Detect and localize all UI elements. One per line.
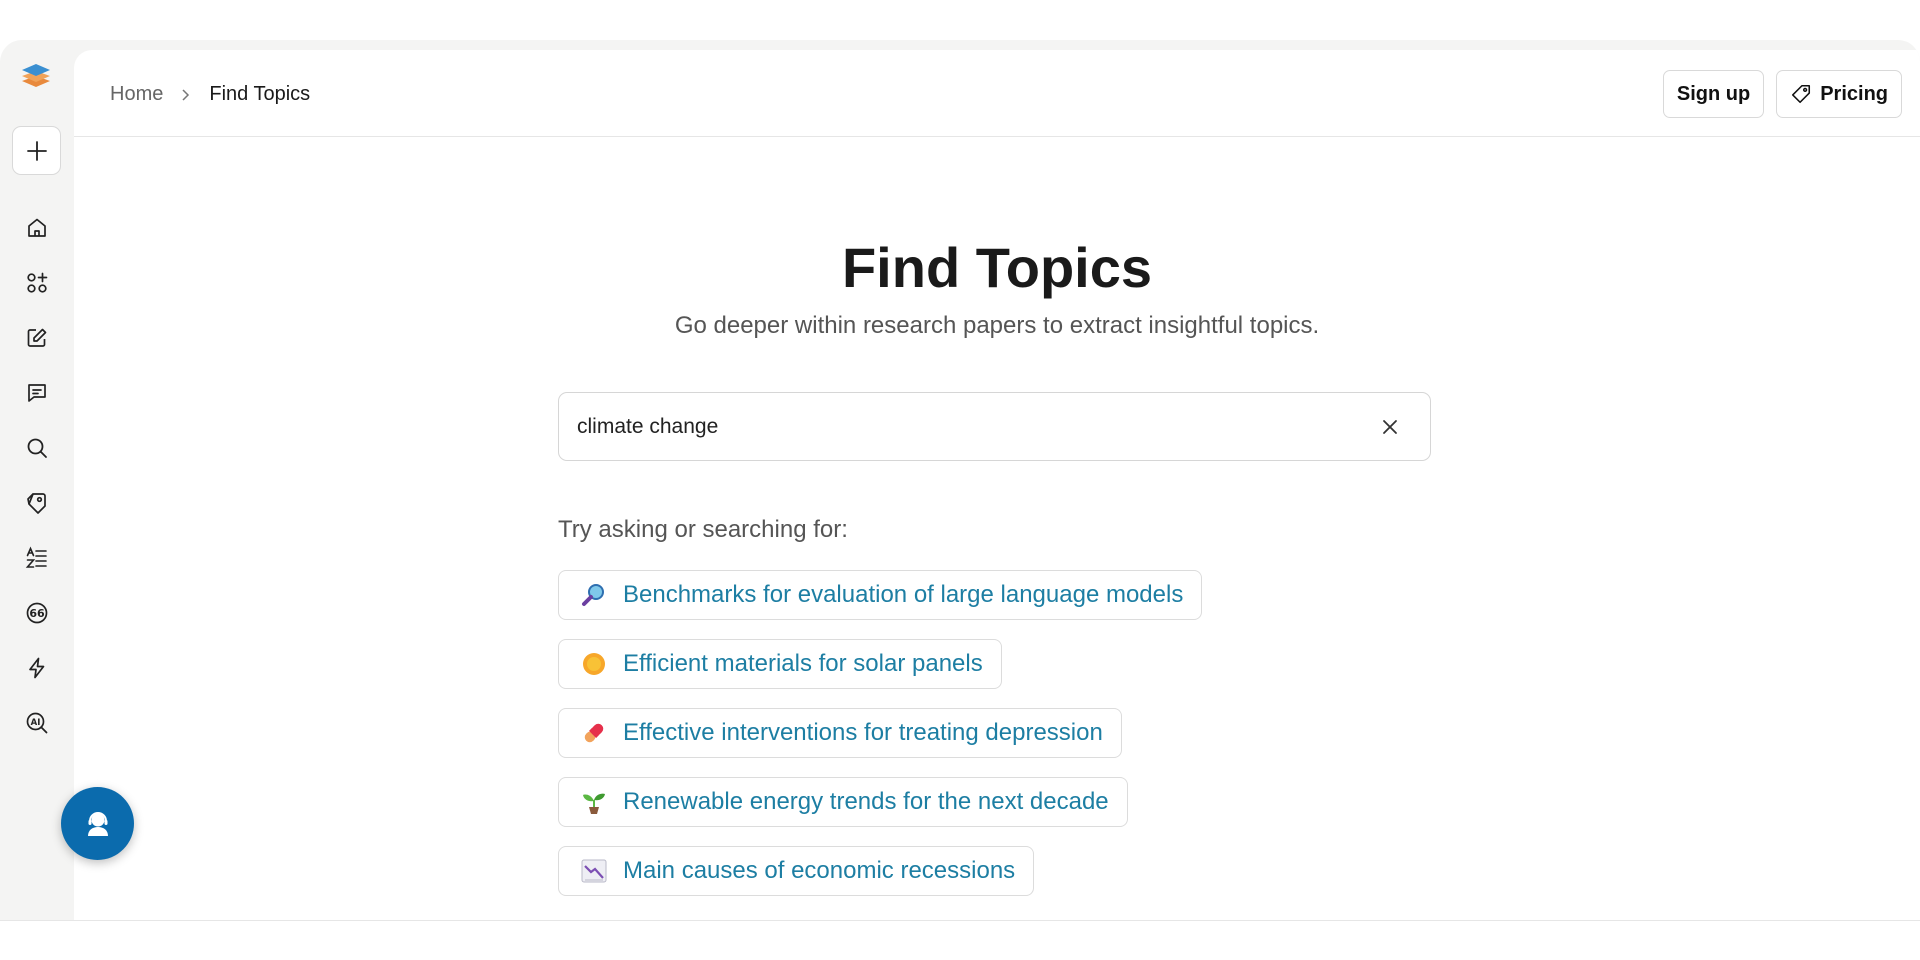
app-frame: 66 AI Home Find Topics Sign up Pricing F… [0, 40, 1920, 920]
suggestion-text: Effective interventions for treating dep… [623, 719, 1103, 746]
suggestions-label: Try asking or searching for: [558, 516, 848, 543]
breadcrumb-home-link[interactable]: Home [110, 83, 163, 106]
suggestion-text: Main causes of economic recessions [623, 857, 1016, 884]
ai-search-icon: AI [26, 712, 48, 733]
suggestion-text: Renewable energy trends for the next dec… [623, 788, 1109, 815]
chat-icon [28, 383, 46, 402]
sidebar-item-chat[interactable] [0, 365, 74, 420]
top-bar: Home Find Topics Sign up Pricing [74, 50, 1920, 137]
pill-emoji-icon [581, 720, 607, 746]
svg-text:66: 66 [29, 607, 45, 620]
sidebar-nav: 66 AI [0, 200, 74, 750]
signup-button[interactable]: Sign up [1662, 70, 1765, 118]
header-actions: Sign up Pricing [1662, 70, 1902, 118]
sidebar-item-write[interactable] [0, 310, 74, 365]
breadcrumb-current: Find Topics [209, 83, 311, 105]
suggestion-chip[interactable]: Effective interventions for treating dep… [558, 708, 1122, 758]
tag-icon [27, 492, 46, 514]
sidebar: 66 AI [0, 40, 74, 920]
plus-icon [26, 140, 47, 161]
close-icon [1383, 420, 1397, 434]
clear-search-button[interactable] [1378, 415, 1402, 439]
suggestion-text: Benchmarks for evaluation of large langu… [623, 581, 1184, 608]
bottom-divider [0, 920, 1920, 921]
new-button[interactable] [12, 126, 61, 175]
suggestion-list: Benchmarks for evaluation of large langu… [558, 570, 1203, 915]
suggestion-chip[interactable]: Main causes of economic recessions [558, 846, 1035, 896]
main-panel: Home Find Topics Sign up Pricing Find To… [74, 50, 1920, 920]
search-box [558, 392, 1431, 461]
sidebar-item-citations[interactable]: 66 [0, 585, 74, 640]
sidebar-item-search[interactable] [0, 420, 74, 475]
page-subtitle: Go deeper within research papers to extr… [674, 312, 1320, 339]
sidebar-item-home[interactable] [0, 200, 74, 255]
search-input[interactable] [577, 393, 1367, 460]
search-icon [27, 438, 47, 458]
suggestion-text: Efficient materials for solar panels [623, 650, 983, 677]
sidebar-item-quick[interactable] [0, 640, 74, 695]
magnifier-emoji-icon [581, 582, 607, 608]
breadcrumb: Home Find Topics [110, 83, 310, 106]
edit-icon [27, 328, 47, 347]
pricing-button[interactable]: Pricing [1776, 70, 1902, 118]
support-chat-button[interactable] [61, 787, 134, 860]
suggestion-chip[interactable]: Efficient materials for solar panels [558, 639, 1002, 689]
chevron-right-icon [181, 88, 191, 102]
chart-decreasing-emoji-icon [581, 858, 607, 884]
page-title: Find Topics [841, 236, 1153, 299]
sidebar-item-sort[interactable] [0, 530, 74, 585]
suggestion-chip[interactable]: Renewable energy trends for the next dec… [558, 777, 1128, 827]
sidebar-item-apps[interactable] [0, 255, 74, 310]
app-logo[interactable] [20, 60, 52, 92]
sidebar-item-ai-search[interactable]: AI [0, 695, 74, 750]
signup-label: Sign up [1676, 82, 1751, 105]
sun-emoji-icon [581, 651, 607, 677]
suggestion-chip[interactable]: Benchmarks for evaluation of large langu… [558, 570, 1203, 620]
quote-icon: 66 [26, 602, 48, 623]
sidebar-item-tags[interactable] [0, 475, 74, 530]
apps-add-icon [27, 272, 48, 293]
pricing-label: Pricing [1820, 82, 1888, 105]
home-icon [28, 218, 46, 237]
support-agent-icon [87, 811, 108, 836]
sort-list-icon [25, 545, 47, 568]
svg-text:AI: AI [31, 718, 41, 728]
seedling-emoji-icon [581, 789, 607, 815]
lightning-icon [29, 657, 45, 678]
price-tag-icon [1792, 84, 1811, 104]
